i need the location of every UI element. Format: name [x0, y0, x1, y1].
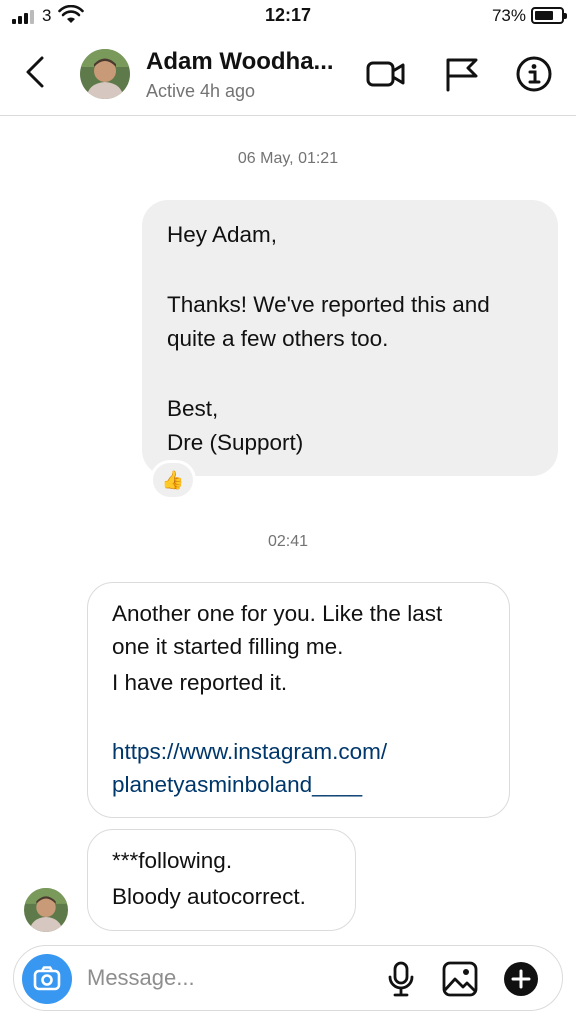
- sender-avatar[interactable]: [24, 888, 68, 932]
- received-message-bubble[interactable]: ***following. Bloody autocorrect.: [87, 829, 356, 931]
- sent-message-bubble[interactable]: Hey Adam, Thanks! We've reported this an…: [142, 200, 558, 476]
- received-message-bubble[interactable]: Another one for you. Like the last one i…: [87, 582, 510, 818]
- camera-icon: [33, 966, 61, 991]
- message-input[interactable]: Message...: [87, 965, 195, 991]
- battery-percent: 73%: [491, 6, 526, 25]
- gallery-icon[interactable]: [441, 960, 479, 998]
- message-text: Bloody autocorrect.: [112, 884, 306, 909]
- avatar[interactable]: [80, 49, 130, 99]
- message-text: I have reported it.: [112, 670, 288, 695]
- contact-name[interactable]: Adam Woodha...: [146, 48, 334, 76]
- active-status: Active 4h ago: [146, 81, 256, 101]
- clock: 12:17: [264, 5, 312, 25]
- plus-icon[interactable]: [502, 960, 540, 998]
- message-text: one it started filling me.: [112, 634, 344, 659]
- flag-icon[interactable]: [442, 54, 482, 94]
- camera-button[interactable]: [22, 954, 72, 1004]
- status-bar: 3 12:17 73%: [0, 0, 576, 32]
- microphone-icon[interactable]: [382, 960, 420, 998]
- thumbs-up-reaction[interactable]: 👍: [150, 460, 196, 500]
- message-text: Hey Adam, Thanks! We've reported this an…: [167, 222, 490, 455]
- chat-header: Adam Woodha... Active 4h ago: [0, 32, 576, 116]
- message-link[interactable]: planetyasminboland____: [112, 772, 362, 798]
- message-composer: Message...: [13, 945, 563, 1011]
- timestamp: 06 May, 01:21: [237, 150, 339, 167]
- message-text: Another one for you. Like the last: [112, 601, 443, 626]
- message-text: ***following.: [112, 848, 233, 873]
- video-call-icon[interactable]: [366, 54, 406, 94]
- battery-fill: [535, 11, 554, 20]
- battery-icon: [531, 7, 567, 24]
- timestamp: 02:41: [267, 533, 309, 550]
- back-icon[interactable]: [20, 52, 52, 92]
- info-icon[interactable]: [514, 54, 554, 94]
- message-link[interactable]: https://www.instagram.com/: [112, 739, 387, 765]
